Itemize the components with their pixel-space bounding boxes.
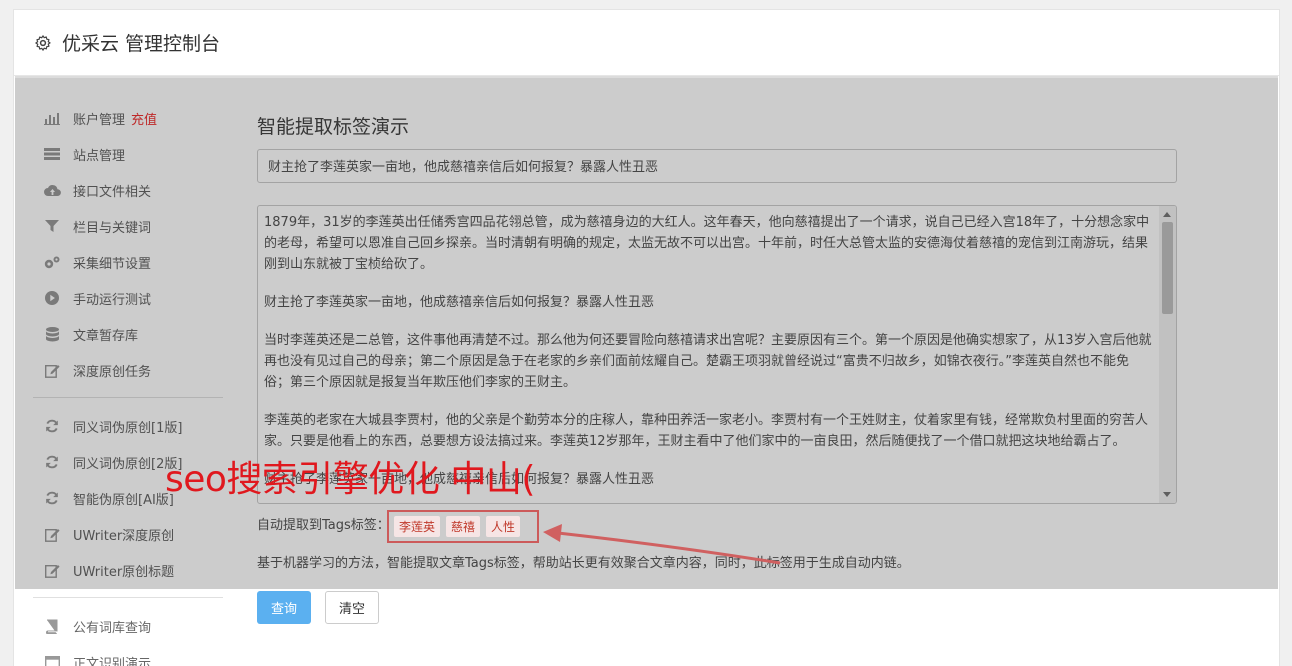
sidebar-item-synonym-v1[interactable]: 同义词伪原创[1版]	[33, 408, 223, 444]
gears-icon	[43, 254, 61, 270]
sidebar-item-label: 站点管理	[73, 148, 126, 164]
edit-icon	[43, 526, 61, 542]
scroll-down-icon[interactable]	[1163, 492, 1171, 497]
refresh-icon	[43, 490, 61, 506]
query-button[interactable]: 查询	[257, 591, 311, 624]
sidebar-item-uwriter-deep[interactable]: UWriter深度原创	[33, 516, 223, 552]
sidebar-item-label: 接口文件相关	[73, 184, 152, 200]
tag-chip: 人性	[486, 516, 521, 537]
article-title-input[interactable]: 财主抢了李莲英家一亩地，他成慈禧亲信后如何报复？暴露人性丑恶	[257, 149, 1177, 183]
bar-chart-icon	[43, 110, 61, 126]
feature-description: 基于机器学习的方法，智能提取文章Tags标签，帮助站长更有效聚合文章内容，同时，…	[257, 556, 910, 571]
sidebar-item-label: 采集细节设置	[73, 256, 152, 272]
section-title: 智能提取标签演示	[257, 116, 410, 138]
content-paragraph: 财主抢了李莲英家一亩地，他成慈禧亲信后如何报复？暴露人性丑恶	[264, 295, 655, 310]
scroll-up-icon[interactable]	[1163, 212, 1171, 217]
sidebar-item-label: 正文识别演示	[73, 656, 152, 666]
filter-icon	[43, 218, 61, 234]
sidebar-item-interface-files[interactable]: 接口文件相关	[33, 172, 223, 208]
cloud-upload-icon	[43, 182, 61, 198]
sidebar-divider	[33, 597, 223, 598]
sidebar-item-label: 账户管理	[73, 112, 126, 128]
sidebar-item-columns-keywords[interactable]: 栏目与关键词	[33, 208, 223, 244]
sidebar-item-body-recognition[interactable]: 正文识别演示	[33, 644, 223, 666]
sidebar-item-sites[interactable]: 站点管理	[33, 136, 223, 172]
database-icon	[43, 326, 61, 342]
tags-label: 自动提取到Tags标签：	[257, 518, 390, 533]
server-icon	[43, 146, 61, 162]
content-paragraph: 1879年，31岁的李莲英出任储秀宫四品花翎总管，成为慈禧身边的大红人。这年春天…	[264, 215, 1150, 272]
edit-icon	[43, 562, 61, 578]
extracted-tags: 李莲英 慈禧 人性	[387, 510, 539, 543]
sidebar-item-label: 智能伪原创[AI版]	[73, 492, 174, 508]
book-icon	[43, 618, 61, 634]
refresh-icon	[43, 418, 61, 434]
sidebar-item-label: 深度原创任务	[73, 364, 152, 380]
sidebar-item-label: 文章暂存库	[73, 328, 139, 344]
sidebar-item-label: UWriter深度原创	[73, 528, 175, 544]
divider	[15, 76, 1278, 78]
page-title: 优采云 管理控制台	[62, 33, 221, 55]
sidebar-item-manual-run[interactable]: 手动运行测试	[33, 280, 223, 316]
recharge-link[interactable]: 充值	[131, 109, 157, 128]
sidebar-item-label: 同义词伪原创[1版]	[73, 420, 183, 436]
sidebar-divider	[33, 397, 223, 398]
sidebar-item-account[interactable]: 账户管理 充值	[33, 100, 223, 136]
sidebar: 账户管理 充值 站点管理 接口文件相关 栏目与关键词 采集细节设置 手动运行测试…	[33, 100, 223, 666]
sidebar-item-label: 手动运行测试	[73, 292, 152, 308]
play-icon	[43, 290, 61, 306]
sidebar-item-uwriter-title[interactable]: UWriter原创标题	[33, 552, 223, 588]
sidebar-item-article-storage[interactable]: 文章暂存库	[33, 316, 223, 352]
refresh-icon	[43, 454, 61, 470]
vertical-scrollbar[interactable]	[1159, 206, 1176, 503]
window-icon	[43, 654, 61, 666]
scrollbar-thumb[interactable]	[1162, 222, 1173, 314]
tag-chip: 李莲英	[394, 516, 441, 537]
sidebar-item-deep-original[interactable]: 深度原创任务	[33, 352, 223, 388]
edit-icon	[43, 362, 61, 378]
sidebar-item-label: 公有词库查询	[73, 620, 152, 636]
sidebar-item-label: UWriter原创标题	[73, 564, 175, 580]
sidebar-item-label: 栏目与关键词	[73, 220, 152, 236]
content-paragraph: 李莲英的老家在大城县李贾村，他的父亲是个勤劳本分的庄稼人，靠种田养活一家老小。李…	[264, 413, 1149, 449]
clear-button[interactable]: 清空	[325, 591, 379, 624]
watermark-text: seo搜索引擎优化 中山(	[165, 459, 535, 500]
page-header: 优采云 管理控制台	[14, 10, 1279, 76]
tag-chip: 慈禧	[446, 516, 481, 537]
gear-icon	[35, 34, 51, 51]
sidebar-item-public-lexicon[interactable]: 公有词库查询	[33, 608, 223, 644]
content-paragraph: 当时李莲英还是二总管，这件事他再清楚不过。那么他为何还要冒险向慈禧请求出宫呢？主…	[264, 333, 1152, 390]
sidebar-item-collect-settings[interactable]: 采集细节设置	[33, 244, 223, 280]
